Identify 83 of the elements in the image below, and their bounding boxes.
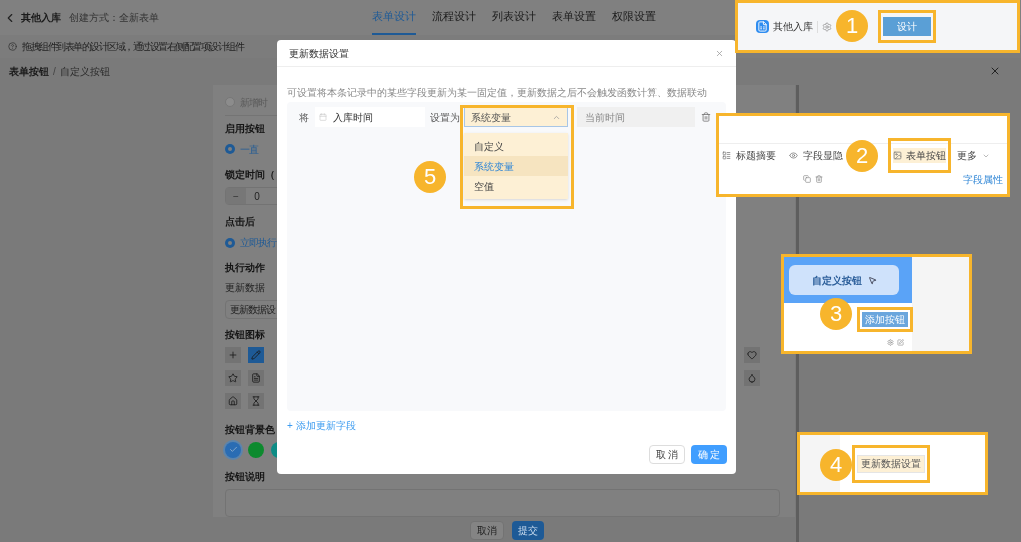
- icon-option[interactable]: [248, 369, 264, 386]
- image-icon: [893, 151, 902, 160]
- section-title: 点击后: [225, 215, 255, 230]
- icon-option[interactable]: [248, 392, 264, 409]
- minus-button[interactable]: −: [226, 187, 246, 205]
- value-type-select[interactable]: 系统变量: [464, 107, 568, 127]
- icon-option[interactable]: [225, 392, 241, 409]
- check-icon: [228, 445, 238, 455]
- delete-icon[interactable]: [701, 112, 711, 122]
- settings-icon[interactable]: [887, 339, 894, 346]
- design-button[interactable]: 设计: [883, 17, 931, 36]
- edit-icon[interactable]: [897, 339, 904, 346]
- home-icon: [228, 395, 238, 406]
- prefix-label: 将: [299, 110, 309, 125]
- submit-button[interactable]: 提交: [512, 521, 544, 540]
- close-icon[interactable]: [989, 65, 1001, 77]
- icon-option[interactable]: [248, 346, 264, 363]
- icon-option[interactable]: [225, 369, 241, 386]
- color-swatch[interactable]: [225, 441, 241, 458]
- page-heading: 表单按钮: [9, 65, 49, 79]
- hint-text: 拖拽组件到表单的设计区域，通过设置右侧配置项设计组件: [22, 40, 243, 54]
- dropdown-option[interactable]: 空值: [464, 176, 568, 196]
- stepper-value: 0: [253, 189, 261, 204]
- calendar-icon: [319, 113, 327, 121]
- custom-button-preview[interactable]: 自定义按钮: [789, 265, 899, 295]
- copy-icon[interactable]: [803, 175, 811, 183]
- visibility-icon: [789, 151, 798, 160]
- toolbar-item[interactable]: 标题摘要: [736, 148, 776, 163]
- field-input[interactable]: 入库时间: [315, 107, 425, 127]
- plus-icon: [228, 349, 238, 360]
- nav-tab[interactable]: 表单设置: [552, 0, 596, 35]
- icon-option[interactable]: [744, 369, 760, 386]
- app-icon: [756, 20, 769, 33]
- nav-tab[interactable]: 权限设置: [612, 0, 656, 35]
- add-field-link[interactable]: + 添加更新字段: [287, 418, 356, 433]
- section-title: 启用按钮: [225, 122, 265, 136]
- nav-tab[interactable]: 流程设计: [432, 0, 476, 35]
- section-title: 按钮图标: [225, 327, 265, 342]
- form-title: 其他入库: [21, 11, 61, 25]
- properties-tab[interactable]: 字段属性: [963, 171, 1003, 187]
- highlight-frame: [878, 10, 936, 43]
- cancel-button[interactable]: 取消: [470, 521, 504, 540]
- close-icon[interactable]: [715, 48, 724, 58]
- confirm-button[interactable]: 确 定: [691, 445, 727, 464]
- radio-label: 立即执行: [240, 236, 276, 251]
- toolbar-item[interactable]: 字段显隐: [803, 148, 843, 163]
- app-title: 其他入库: [773, 20, 813, 34]
- radio-button[interactable]: [225, 237, 235, 248]
- star-icon: [228, 372, 238, 383]
- dropdown-option[interactable]: 系统变量: [464, 156, 568, 176]
- section-title: 按钮背景色: [225, 422, 275, 437]
- breadcrumb-current: 自定义按钮: [59, 65, 110, 79]
- dialog-title: 更新数据设置: [289, 46, 349, 61]
- delete-icon[interactable]: [815, 175, 823, 183]
- section-title: 锁定时间（: [225, 167, 275, 182]
- heart-icon: [747, 349, 757, 360]
- creation-meta: 创建方式：全新表单: [69, 11, 159, 25]
- highlight-frame: [888, 138, 951, 173]
- icon-option[interactable]: [744, 346, 760, 363]
- dialog-description: 可设置将本条记录中的某些字段更新为某一固定值，更新数据之后不会触发函数计算、数据联动: [287, 86, 708, 99]
- highlight-frame: [857, 307, 913, 332]
- cursor-icon: [867, 275, 877, 285]
- dropdown-option[interactable]: 自定义: [464, 136, 568, 156]
- add-button[interactable]: 添加按钮: [862, 312, 908, 327]
- radio-button[interactable]: [225, 144, 235, 155]
- field-label: 更新数据: [225, 281, 265, 296]
- cancel-button[interactable]: 取 消: [649, 445, 685, 464]
- set-to-label: 设置为: [430, 110, 460, 125]
- settings-icon[interactable]: [822, 21, 832, 32]
- icon-option[interactable]: [225, 346, 241, 363]
- hourglass-icon: [251, 395, 261, 406]
- nav-tab[interactable]: 列表设计: [492, 0, 536, 35]
- summary-icon: [722, 151, 731, 160]
- more-menu[interactable]: 更多: [957, 148, 977, 163]
- section-title: 按钮说明: [225, 469, 265, 484]
- help-icon: [8, 42, 17, 51]
- document-icon: [251, 372, 261, 383]
- pencil-icon: [251, 349, 261, 360]
- update-settings-button[interactable]: 更新数据设置: [857, 454, 925, 473]
- section-title: 执行动作: [225, 261, 265, 276]
- color-swatch[interactable]: [248, 441, 264, 458]
- droplet-icon: [747, 372, 757, 383]
- breadcrumb-separator: /: [53, 65, 56, 79]
